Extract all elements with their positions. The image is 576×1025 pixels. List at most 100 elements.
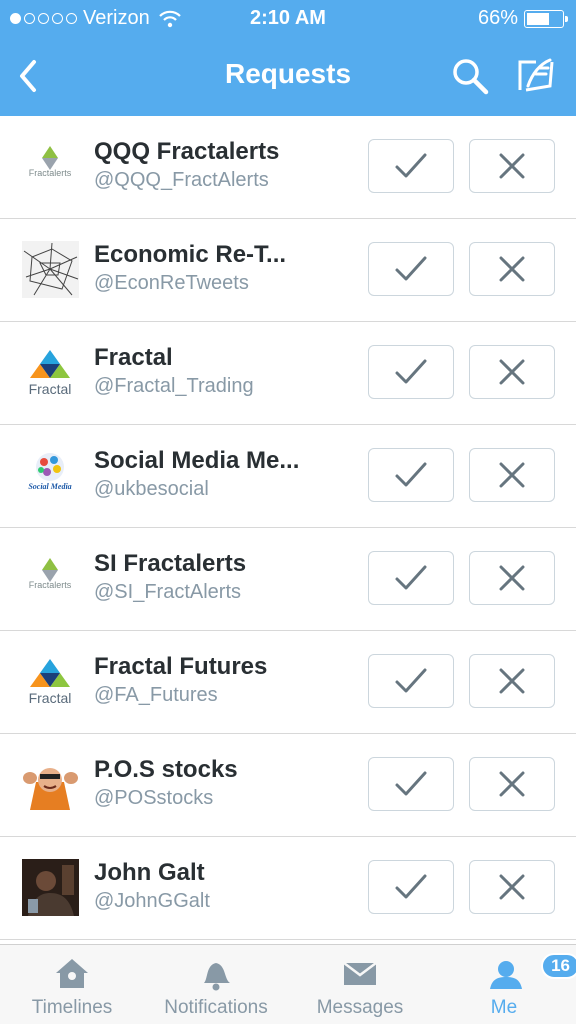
compose-icon[interactable]	[516, 56, 556, 96]
checkmark-icon	[395, 874, 427, 899]
header: Verizon 2:10 AM 66% Requests	[0, 0, 576, 116]
avatar[interactable]: Fractalerts	[22, 138, 79, 195]
close-icon	[499, 359, 525, 385]
checkmark-icon	[395, 256, 427, 281]
avatar-text: Fractal	[29, 381, 72, 397]
user-handle: @FA_Futures	[94, 684, 218, 706]
tab-label: Timelines	[31, 997, 113, 1018]
tab-messages[interactable]: Messages	[288, 945, 432, 1025]
user-name[interactable]: John Galt	[94, 859, 205, 887]
user-handle: @ukbesocial	[94, 478, 209, 500]
request-row: John Galt @JohnGGalt	[0, 837, 576, 940]
decline-button[interactable]	[469, 757, 555, 811]
user-handle: @QQQ_FractAlerts	[94, 169, 269, 191]
user-name[interactable]: P.O.S stocks	[94, 756, 238, 784]
request-row: Fractalerts SI Fractalerts @SI_FractAler…	[0, 528, 576, 631]
tab-notifications[interactable]: Notifications	[144, 945, 288, 1025]
avatar[interactable]: Fractalerts	[22, 550, 79, 607]
close-icon	[499, 565, 525, 591]
checkmark-icon	[395, 359, 427, 384]
avatar[interactable]	[22, 756, 79, 813]
avatar-text: Fractal	[29, 690, 72, 706]
avatar-text: Social Media	[28, 482, 71, 491]
checkmark-icon	[395, 771, 427, 796]
request-row: P.O.S stocks @POSstocks	[0, 734, 576, 837]
user-handle: @JohnGGalt	[94, 890, 210, 912]
user-handle: @EconReTweets	[94, 272, 249, 294]
fractal-logo-icon: Fractal	[22, 659, 79, 714]
decline-button[interactable]	[469, 654, 555, 708]
checkmark-icon	[395, 565, 427, 590]
decline-button[interactable]	[469, 139, 555, 193]
user-name[interactable]: SI Fractalerts	[94, 550, 246, 578]
accept-button[interactable]	[368, 242, 454, 296]
user-name[interactable]: Fractal Futures	[94, 653, 267, 681]
user-name[interactable]: Economic Re-T...	[94, 241, 286, 269]
envelope-icon	[343, 962, 377, 985]
tab-label: Messages	[316, 997, 404, 1018]
battery-percent: 66%	[477, 7, 518, 29]
accept-button[interactable]	[368, 551, 454, 605]
decline-button[interactable]	[469, 860, 555, 914]
battery: 66%	[477, 7, 568, 30]
bell-icon	[204, 963, 230, 991]
search-icon[interactable]	[450, 56, 490, 96]
avatar[interactable]: Fractal	[22, 344, 79, 401]
tab-label: Me	[490, 997, 518, 1018]
decline-button[interactable]	[469, 242, 555, 296]
avatar-text: Fractalerts	[29, 168, 72, 178]
battery-icon	[524, 9, 568, 28]
notification-badge: 16	[541, 953, 576, 979]
avatar-text: Fractalerts	[29, 580, 72, 590]
request-list: Fractalerts QQQ Fractalerts @QQQ_FractAl…	[0, 116, 576, 940]
avatar[interactable]: Social Media	[22, 447, 79, 504]
user-name[interactable]: Fractal	[94, 344, 173, 372]
close-icon	[499, 874, 525, 900]
request-row: Social Media Social Media Me... @ukbesoc…	[0, 425, 576, 528]
close-icon	[499, 256, 525, 282]
checkmark-icon	[395, 462, 427, 487]
tab-timelines[interactable]: Timelines	[0, 945, 144, 1025]
accept-button[interactable]	[368, 345, 454, 399]
photo-icon	[22, 859, 79, 920]
checkmark-icon	[395, 668, 427, 693]
close-icon	[499, 668, 525, 694]
close-icon	[499, 462, 525, 488]
checkmark-icon	[395, 153, 427, 178]
tab-bar: Timelines Notifications Messages 16 Me	[0, 944, 576, 1024]
fractalerts-logo-icon: Fractalerts	[22, 558, 79, 611]
request-row: Economic Re-T... @EconReTweets	[0, 219, 576, 322]
accept-button[interactable]	[368, 448, 454, 502]
avatar[interactable]: Fractal	[22, 653, 79, 710]
user-handle: @Fractal_Trading	[94, 375, 254, 397]
decline-button[interactable]	[469, 551, 555, 605]
fractalerts-logo-icon: Fractalerts	[22, 146, 79, 199]
user-handle: @SI_FractAlerts	[94, 581, 242, 603]
close-icon	[499, 771, 525, 797]
tab-label: Notifications	[164, 997, 268, 1018]
user-name[interactable]: Social Media Me...	[94, 447, 299, 475]
decline-button[interactable]	[469, 345, 555, 399]
accept-button[interactable]	[368, 757, 454, 811]
tab-me[interactable]: 16 Me	[432, 945, 576, 1025]
decline-button[interactable]	[469, 448, 555, 502]
person-icon	[490, 961, 522, 989]
request-row: Fractal Fractal Futures @FA_Futures	[0, 631, 576, 734]
request-row: Fractal Fractal @Fractal_Trading	[0, 322, 576, 425]
fractal-logo-icon: Fractal	[22, 350, 79, 405]
close-icon	[499, 153, 525, 179]
accept-button[interactable]	[368, 139, 454, 193]
home-icon	[56, 959, 88, 988]
request-row: Fractalerts QQQ Fractalerts @QQQ_FractAl…	[0, 116, 576, 219]
social-media-logo-icon: Social Media	[22, 453, 79, 508]
avatar[interactable]	[22, 859, 79, 916]
cartoon-character-icon	[22, 756, 79, 817]
avatar[interactable]	[22, 241, 79, 298]
accept-button[interactable]	[368, 860, 454, 914]
user-name[interactable]: QQQ Fractalerts	[94, 138, 279, 166]
user-handle: @POSstocks	[94, 787, 214, 809]
accept-button[interactable]	[368, 654, 454, 708]
navbar: Requests	[0, 38, 576, 116]
cracked-glass-icon	[22, 241, 79, 302]
status-bar: Verizon 2:10 AM 66%	[0, 0, 576, 38]
